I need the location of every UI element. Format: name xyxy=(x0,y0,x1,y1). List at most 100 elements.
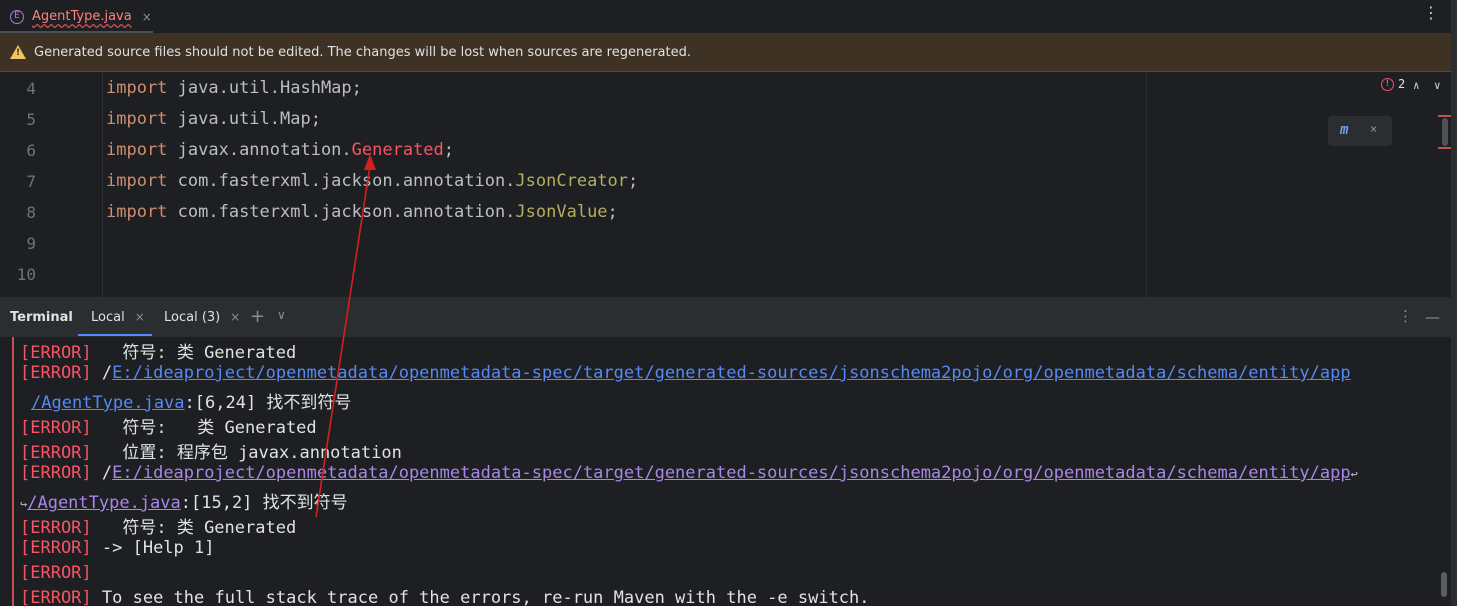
error-tag: [ERROR] xyxy=(20,563,92,583)
terminal-line: [ERROR] /E:/ideaproject/openmetadata/ope… xyxy=(20,463,1358,483)
banner-text: Generated source files should not be edi… xyxy=(34,44,692,60)
terminal-line: [ERROR] xyxy=(20,563,92,583)
maven-reload-icon[interactable]: m xyxy=(1340,122,1348,138)
terminal-line: /AgentType.java:[6,24] 找不到符号 xyxy=(31,388,351,413)
keyword: import xyxy=(106,140,168,160)
line-text: 符号: 类 Generated xyxy=(91,418,317,438)
terminal-line: [ERROR] 位置: 程序包 javax.annotation xyxy=(20,438,402,463)
line-text: 符号: 类 Generated xyxy=(91,343,297,363)
chevron-down-icon[interactable]: ∨ xyxy=(277,308,286,322)
code-text: com.fasterxml.jackson.annotation. xyxy=(167,171,516,191)
code-text: com.fasterxml.jackson.annotation. xyxy=(167,202,516,222)
keyword: import xyxy=(106,78,168,98)
code-line-4[interactable]: import java.util.HashMap; xyxy=(106,78,362,98)
active-tab-indicator xyxy=(78,334,152,336)
terminal-title: Terminal xyxy=(10,310,73,325)
right-margin-divider xyxy=(1146,72,1147,297)
terminal-output[interactable]: [ERROR] 符号: 类 Generated [ERROR] /E:/idea… xyxy=(0,337,1451,606)
previous-error-icon[interactable]: ∧ xyxy=(1413,79,1420,92)
soft-wrap-icon: ↩ xyxy=(1350,467,1358,481)
line-text: 符号: 类 Generated xyxy=(91,518,297,538)
editor-scrollbar[interactable] xyxy=(1438,110,1451,150)
line-number: 5 xyxy=(26,110,36,129)
line-number: 7 xyxy=(26,172,36,191)
code-line-5[interactable]: import java.util.Map; xyxy=(106,109,321,129)
close-icon[interactable]: × xyxy=(135,310,145,324)
keyword: import xyxy=(106,109,168,129)
error-count-indicator[interactable]: ! 2 xyxy=(1381,77,1405,91)
line-number: 9 xyxy=(26,234,36,253)
maven-reload-popup: m × xyxy=(1328,116,1392,146)
line-text: 位置: 程序包 javax.annotation xyxy=(91,443,402,463)
error-tag: [ERROR] xyxy=(20,363,92,383)
tab-local[interactable]: Local × xyxy=(91,310,145,325)
tab-label: Local xyxy=(91,310,125,325)
terminal-line: [ERROR] -> [Help 1] xyxy=(20,538,214,558)
code-text: ; xyxy=(628,171,639,191)
error-tag: [ERROR] xyxy=(20,538,92,558)
editor-tab-bar: E AgentType.java × ⋮ xyxy=(0,0,1457,33)
error-count: 2 xyxy=(1398,77,1406,91)
error-tag: [ERROR] xyxy=(20,518,92,538)
file-path-link[interactable]: /AgentType.java xyxy=(31,393,185,413)
unresolved-symbol[interactable]: Generated xyxy=(352,140,444,160)
generated-sources-warning-banner: ! Generated source files should not be e… xyxy=(0,33,1451,72)
close-icon[interactable]: × xyxy=(1370,122,1377,136)
line-number: 4 xyxy=(26,79,36,98)
tab-label: AgentType.java xyxy=(32,9,132,24)
terminal-scrollbar-thumb[interactable] xyxy=(1441,572,1447,597)
line-text: :[6,24] 找不到符号 xyxy=(184,393,352,413)
terminal-line: [ERROR] 符号: 类 Generated xyxy=(20,513,296,538)
line-text: / xyxy=(91,463,113,483)
error-block-border xyxy=(12,337,14,606)
code-text: javax.annotation. xyxy=(167,140,352,160)
terminal-line: [ERROR] /E:/ideaproject/openmetadata/ope… xyxy=(20,363,1351,383)
error-stripe-mark[interactable] xyxy=(1438,115,1451,117)
file-path-link[interactable]: E:/ideaproject/openmetadata/openmetadata… xyxy=(112,363,1350,383)
line-text: :[15,2] 找不到符号 xyxy=(180,493,348,513)
right-tool-strip xyxy=(1451,0,1457,606)
line-number: 8 xyxy=(26,203,36,222)
tab-agenttype-java[interactable]: E AgentType.java × xyxy=(0,0,162,33)
error-stripe-mark[interactable] xyxy=(1438,147,1451,149)
code-text: java.util.Map; xyxy=(167,109,321,129)
scrollbar-thumb[interactable] xyxy=(1442,118,1448,146)
minimize-icon[interactable]: — xyxy=(1425,308,1440,326)
more-options-icon[interactable]: ⋮ xyxy=(1423,5,1439,21)
tab-label: Local (3) xyxy=(164,310,221,325)
terminal-line: [ERROR] To see the full stack trace of t… xyxy=(20,588,870,606)
new-tab-plus-icon[interactable]: + xyxy=(250,306,265,327)
next-error-icon[interactable]: ∨ xyxy=(1434,79,1441,92)
error-tag: [ERROR] xyxy=(20,463,92,483)
tab-local-3[interactable]: Local (3) × xyxy=(164,310,240,325)
close-icon[interactable]: × xyxy=(142,10,152,24)
error-icon: ! xyxy=(1381,77,1394,91)
line-text: -> [Help 1] xyxy=(91,538,215,558)
code-editor[interactable]: 4 5 6 7 8 9 10 import java.util.HashMap;… xyxy=(0,72,1451,297)
code-line-7[interactable]: import com.fasterxml.jackson.annotation.… xyxy=(106,171,638,191)
enum-icon: E xyxy=(10,9,24,24)
file-path-link[interactable]: /AgentType.java xyxy=(27,493,181,513)
terminal-line: ↪/AgentType.java:[15,2] 找不到符号 xyxy=(20,488,348,513)
warning-icon: ! xyxy=(10,45,26,59)
line-text: / xyxy=(91,363,113,383)
keyword: import xyxy=(106,171,168,191)
error-tag: [ERROR] xyxy=(20,443,92,463)
close-icon[interactable]: × xyxy=(230,310,240,324)
error-tag: [ERROR] xyxy=(20,418,92,438)
code-line-6[interactable]: import javax.annotation.Generated; xyxy=(106,140,454,160)
code-text: java.util.HashMap; xyxy=(167,78,362,98)
gutter-divider xyxy=(102,72,103,297)
file-path-link[interactable]: E:/ideaproject/openmetadata/openmetadata… xyxy=(112,463,1350,483)
line-number: 10 xyxy=(16,265,36,284)
line-number: 6 xyxy=(26,141,36,160)
code-text: ; xyxy=(607,202,618,222)
code-line-8[interactable]: import com.fasterxml.jackson.annotation.… xyxy=(106,202,618,222)
annotation-class: JsonValue xyxy=(515,202,608,222)
line-text: To see the full stack trace of the error… xyxy=(91,588,870,606)
terminal-line: [ERROR] 符号: 类 Generated xyxy=(20,338,296,363)
terminal-line: [ERROR] 符号: 类 Generated xyxy=(20,413,317,438)
more-options-icon[interactable]: ⋮ xyxy=(1398,307,1413,325)
error-tag: [ERROR] xyxy=(20,588,92,606)
terminal-header: Terminal Local × Local (3) × + ∨ ⋮ — xyxy=(0,297,1451,337)
